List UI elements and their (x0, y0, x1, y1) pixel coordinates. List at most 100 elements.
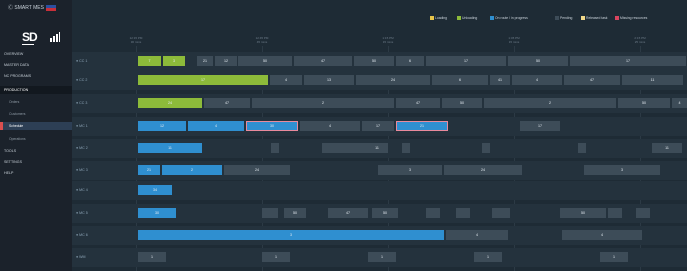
task-bar[interactable]: 3 (138, 230, 444, 240)
legend-item: Loading (430, 15, 447, 21)
task-bar[interactable]: 17 (570, 56, 686, 66)
task-bar[interactable] (322, 143, 366, 153)
resource-row: ● WM 1 1 1 1 1 (72, 248, 687, 267)
task-bar[interactable]: 4 (512, 75, 562, 85)
task-bar[interactable]: 50 (508, 56, 568, 66)
task-bar[interactable]: 50 (442, 98, 482, 108)
task-bar[interactable]: 1 (600, 252, 628, 262)
task-bar[interactable]: 50 (354, 56, 394, 66)
task-bar[interactable]: 1 (138, 252, 166, 262)
tick-duration: 15 mins (508, 40, 520, 44)
task-bar[interactable]: 34 (138, 185, 172, 195)
nav-sub-orders[interactable]: Orders (0, 98, 72, 106)
task-bar[interactable]: 24 (224, 165, 290, 175)
nav-label: TOOLS (4, 149, 17, 153)
task-bar[interactable] (578, 143, 586, 153)
task-bar[interactable]: 17 (520, 121, 560, 131)
nav-sub-customers[interactable]: Customers (0, 110, 72, 118)
task-bar[interactable]: 3 (378, 165, 442, 175)
legend-label: Unloading (462, 16, 478, 20)
task-bar[interactable]: 24 (444, 165, 522, 175)
nav-master-data[interactable]: MASTER DATA (0, 61, 72, 69)
task-bar[interactable]: 50 (372, 208, 398, 218)
nav-tools[interactable]: TOOLS (0, 147, 72, 155)
task-bar[interactable]: 3 (163, 56, 185, 66)
task-bar[interactable] (492, 208, 510, 218)
task-bar[interactable]: 1 (368, 252, 396, 262)
task-bar[interactable]: 1 (262, 252, 290, 262)
resource-label: ● MC 4 (76, 188, 88, 192)
task-bar[interactable]: 47 (396, 98, 440, 108)
task-bar[interactable]: 17 (362, 121, 394, 131)
nav-sub-operations[interactable]: Operations (0, 135, 72, 143)
task-bar[interactable]: 11 (652, 143, 682, 153)
task-bar[interactable]: 7 (138, 56, 161, 66)
task-bar[interactable]: 21 (197, 56, 213, 66)
nav-help[interactable]: HELP (0, 169, 72, 177)
task-bar[interactable]: 4 (446, 230, 508, 240)
task-bar[interactable]: 3 (584, 165, 660, 175)
task-bar[interactable]: 2 (252, 98, 394, 108)
task-bar[interactable]: 24 (356, 75, 430, 85)
task-bar[interactable]: 11 (138, 143, 202, 153)
brand: Ⓒ SMART MES (8, 4, 56, 11)
task-bar[interactable] (402, 143, 410, 153)
resource-row: ● CC 3 24 47 2 47 50 2 50 4 (72, 94, 687, 113)
nav-label: MASTER DATA (4, 63, 30, 67)
stats-icon[interactable] (50, 32, 60, 42)
task-bar[interactable]: 11 (366, 143, 388, 153)
task-bar[interactable]: 2 (162, 165, 222, 175)
task-bar[interactable]: 12 (215, 56, 237, 66)
task-bar[interactable]: 21 (396, 121, 448, 131)
task-bar[interactable]: 50 (618, 98, 670, 108)
resource-label: ● MC 1 (76, 124, 88, 128)
task-bar[interactable]: 4 (188, 121, 244, 131)
time-tick: 12:15 PM 30 mins (116, 36, 156, 44)
nav-nc-programs[interactable]: NC PROGRAMS (0, 72, 72, 80)
time-tick: 1:45 PM 15 mins (494, 36, 534, 44)
task-bar[interactable]: 47 (204, 98, 250, 108)
task-bar[interactable]: 17 (426, 56, 506, 66)
task-bar[interactable]: 13 (304, 75, 354, 85)
task-bar[interactable] (262, 208, 278, 218)
task-bar[interactable]: 4 (270, 75, 302, 85)
task-bar[interactable] (426, 208, 440, 218)
nav-settings[interactable]: SETTINGS (0, 158, 72, 166)
task-bar[interactable]: 24 (138, 98, 202, 108)
task-bar[interactable]: 4 (672, 98, 687, 108)
task-bar[interactable]: 50 (284, 208, 306, 218)
nav-production[interactable]: PRODUCTION (0, 86, 72, 94)
task-bar[interactable]: 30 (138, 208, 176, 218)
task-bar[interactable]: 21 (138, 165, 160, 175)
task-bar[interactable]: 17 (138, 75, 268, 85)
task-bar[interactable] (456, 208, 470, 218)
task-bar[interactable] (271, 143, 279, 153)
task-bar[interactable]: 47 (328, 208, 368, 218)
legend-label: Missing resources (620, 16, 648, 20)
brand-name: Ⓒ SMART MES (8, 5, 44, 11)
task-bar[interactable]: 4 (300, 121, 360, 131)
task-bar[interactable]: 47 (564, 75, 620, 85)
task-bar[interactable]: 6 (432, 75, 488, 85)
task-bar[interactable]: 50 (560, 208, 606, 218)
nav-overview[interactable]: OVERVIEW (0, 50, 72, 58)
logo-icon[interactable]: SD (22, 30, 38, 44)
task-bar[interactable]: 50 (238, 56, 292, 66)
nav-label: Operations (9, 137, 26, 141)
task-bar[interactable] (636, 208, 650, 218)
task-bar[interactable]: 11 (622, 75, 683, 85)
task-bar[interactable]: 41 (490, 75, 510, 85)
language-flag-icon[interactable] (45, 4, 56, 11)
task-bar[interactable]: 1 (474, 252, 502, 262)
task-bar[interactable] (482, 143, 490, 153)
task-bar[interactable]: 12 (138, 121, 186, 131)
task-bar[interactable]: 6 (396, 56, 424, 66)
nav-sub-schedule[interactable]: Schedule (0, 122, 72, 130)
legend-label: On route / in progress (495, 16, 528, 20)
task-bar[interactable]: 4 (562, 230, 642, 240)
task-bar[interactable]: 30 (246, 121, 298, 131)
task-bar[interactable]: 47 (294, 56, 352, 66)
task-bar[interactable]: 2 (484, 98, 616, 108)
tick-duration: 25 mins (634, 40, 646, 44)
task-bar[interactable] (608, 208, 622, 218)
